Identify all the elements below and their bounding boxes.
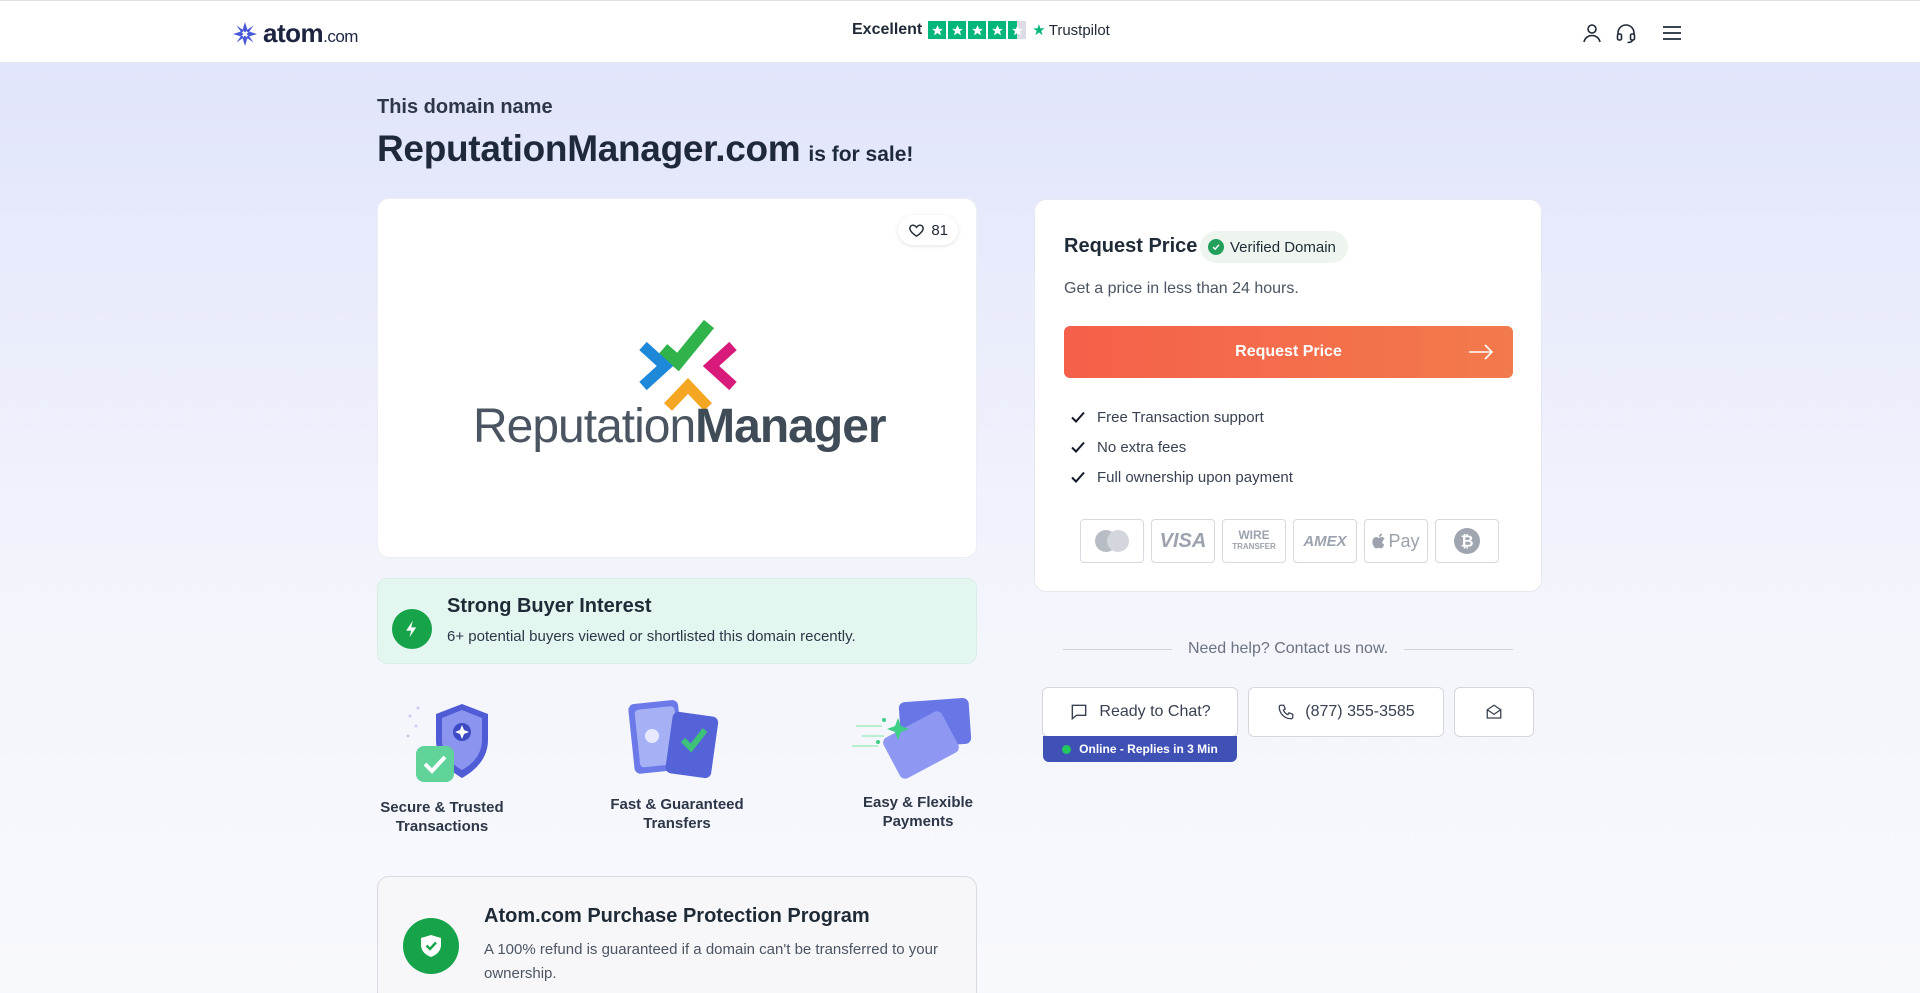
- check-icon: [1071, 411, 1085, 423]
- buyer-interest-banner: Strong Buyer Interest 6+ potential buyer…: [377, 578, 977, 664]
- payment-methods: VISA WIRE TRANSFER AMEX Pay ₿: [1080, 519, 1499, 563]
- star-icon: [968, 21, 987, 39]
- verified-domain-label: Verified Domain: [1230, 238, 1336, 256]
- page-title: ReputationManager.com is for sale!: [377, 128, 913, 170]
- atom-logo[interactable]: atom.com: [231, 18, 358, 49]
- request-price-subtitle: Get a price in less than 24 hours.: [1064, 280, 1299, 297]
- wire-transfer-icon: WIRE TRANSFER: [1222, 519, 1286, 563]
- domain-logo-card: 81 ReputationManager: [377, 198, 977, 558]
- amex-icon: AMEX: [1293, 519, 1357, 563]
- fast-transfer-illustration: [628, 700, 719, 779]
- hero-eyebrow: This domain name: [377, 96, 553, 118]
- feature-fast-transfers: Fast & Guaranteed Transfers: [610, 796, 744, 832]
- buyer-interest-subtitle: 6+ potential buyers viewed or shortliste…: [447, 628, 856, 645]
- verified-domain-badge: Verified Domain: [1200, 231, 1348, 263]
- trustpilot-rating[interactable]: Excellent Trustpilot: [852, 21, 1110, 39]
- visa-icon: VISA: [1151, 519, 1215, 563]
- phone-icon: [1278, 704, 1294, 720]
- perk-item: Free Transaction support: [1069, 408, 1264, 426]
- svg-text:₿: ₿: [1460, 533, 1473, 551]
- mastercard-icon: [1080, 519, 1144, 563]
- trustpilot-brand: Trustpilot: [1032, 21, 1110, 39]
- favorite-button[interactable]: 81: [898, 215, 958, 245]
- chat-button[interactable]: Ready to Chat?: [1042, 687, 1238, 737]
- favorite-count: 81: [931, 221, 948, 239]
- for-sale-label: is for sale!: [808, 143, 914, 166]
- perk-item: Full ownership upon payment: [1069, 468, 1293, 486]
- star-icon: [988, 21, 1007, 39]
- secure-shield-illustration: [406, 704, 488, 782]
- buyer-interest-title: Strong Buyer Interest: [447, 595, 652, 617]
- top-navigation-bar: atom.com Excellent Trustpilot: [0, 0, 1920, 63]
- mail-icon: [1486, 704, 1502, 719]
- divider-line: [1404, 648, 1514, 650]
- menu-icon[interactable]: [1660, 21, 1684, 45]
- request-price-title: Request Price: [1064, 235, 1198, 257]
- apple-pay-icon: Pay: [1364, 519, 1428, 563]
- request-price-card: Request Price Verified Domain Get a pric…: [1034, 199, 1542, 592]
- user-icon[interactable]: [1580, 21, 1604, 45]
- heart-icon: [909, 223, 925, 237]
- purchase-protection-card: Atom.com Purchase Protection Program A 1…: [377, 876, 977, 993]
- divider-line: [1063, 648, 1172, 650]
- phone-button[interactable]: (877) 355-3585: [1248, 687, 1444, 737]
- flexible-payments-illustration: [852, 698, 972, 779]
- half-star-icon: [1008, 21, 1027, 39]
- feature-secure-transactions: Secure & Trusted Transactions: [380, 799, 504, 835]
- lightning-bolt-icon: [392, 609, 432, 649]
- reputation-manager-wordmark: ReputationManager: [473, 400, 887, 453]
- contact-divider: Need help? Contact us now.: [1063, 640, 1514, 658]
- online-status-text: Online - Replies in 3 Min: [1079, 742, 1218, 756]
- reputation-manager-logo-mark: [639, 319, 737, 411]
- protection-subtitle: A 100% refund is guaranteed if a domain …: [484, 941, 938, 982]
- headset-icon[interactable]: [1614, 21, 1638, 45]
- arrow-right-icon: [1469, 344, 1494, 360]
- email-button[interactable]: [1454, 687, 1534, 737]
- help-text: Need help? Contact us now.: [1187, 640, 1389, 657]
- check-icon: [1071, 471, 1085, 483]
- trustpilot-rating-label: Excellent: [852, 21, 923, 38]
- online-dot-icon: [1062, 744, 1072, 754]
- phone-number: (877) 355-3585: [1305, 703, 1415, 720]
- protection-title: Atom.com Purchase Protection Program: [484, 905, 870, 927]
- feature-flexible-payments: Easy & Flexible Payments: [862, 794, 974, 830]
- chat-button-label: Ready to Chat?: [1099, 703, 1211, 720]
- perk-item: No extra fees: [1069, 438, 1186, 456]
- request-price-button[interactable]: Request Price: [1064, 326, 1513, 378]
- logo-wordmark: atom.com: [263, 18, 358, 48]
- star-icon: [948, 21, 967, 39]
- check-icon: [1071, 441, 1085, 453]
- online-status-bar: Online - Replies in 3 Min: [1043, 736, 1237, 762]
- chat-bubble-icon: [1072, 704, 1087, 721]
- bitcoin-icon: ₿: [1435, 519, 1499, 563]
- atom-logo-icon: [233, 21, 257, 46]
- star-icon: [928, 21, 947, 39]
- domain-name: ReputationManager.com: [377, 128, 801, 169]
- trustpilot-stars: [928, 21, 1027, 39]
- shield-check-icon: [403, 918, 459, 974]
- verified-check-icon: [1208, 239, 1224, 255]
